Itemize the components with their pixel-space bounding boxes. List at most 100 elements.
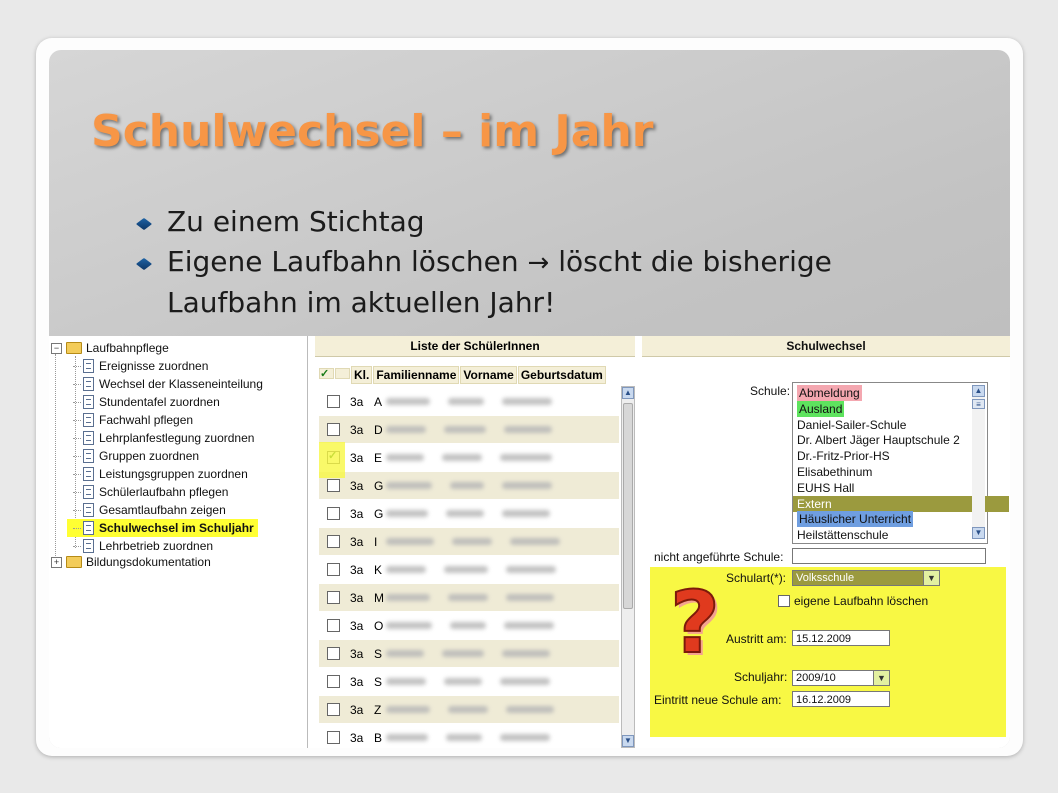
row-checkbox[interactable]	[327, 675, 340, 688]
tree-label: Stundentafel zuordnen	[99, 395, 220, 409]
laufbahn-loeschen-checkbox[interactable]	[778, 595, 790, 607]
row-checkbox[interactable]	[327, 423, 340, 436]
document-icon	[83, 485, 94, 499]
navigation-tree: − Laufbahnpflege Ereignisse zuordnen Wech…	[49, 336, 308, 748]
bullet-icon	[135, 257, 153, 271]
table-row[interactable]: 3a M	[319, 584, 619, 611]
tree-item[interactable]: Fachwahl pflegen	[73, 411, 193, 429]
eintritt-label: Eintritt neue Schule am:	[654, 693, 782, 707]
tree-item[interactable]: Leistungsgruppen zuordnen	[73, 465, 248, 483]
expand-icon[interactable]: +	[51, 556, 62, 568]
document-icon	[83, 377, 94, 391]
tree-label: Lehrbetrieb zuordnen	[99, 539, 214, 553]
blurred-vorname	[442, 454, 482, 461]
eintritt-input[interactable]: 16.12.2009	[792, 691, 890, 707]
table-row[interactable]: 3a Z	[319, 696, 619, 723]
row-checkbox[interactable]	[327, 591, 340, 604]
table-row[interactable]: 3a A	[319, 388, 619, 415]
school-option[interactable]: Elisabethinum	[797, 464, 872, 480]
column-header-kl[interactable]: Kl.	[351, 366, 373, 384]
table-row[interactable]: 3a G	[319, 500, 619, 527]
row-checkbox[interactable]	[327, 703, 340, 716]
row-checkbox[interactable]	[327, 647, 340, 660]
school-option[interactable]: EUHS Hall	[797, 480, 854, 496]
school-option[interactable]: Ausland	[797, 400, 845, 417]
bullet-icon	[135, 217, 153, 231]
schule-listbox[interactable]: Abmeldung Ausland Daniel-Sailer-Schule Dr. …	[792, 382, 1009, 544]
blurred-familienname	[386, 566, 426, 573]
tree-connector	[73, 365, 81, 367]
question-mark-icon: ?	[669, 573, 721, 673]
row-checkbox[interactable]	[327, 535, 340, 548]
school-option[interactable]: Häuslicher Unterricht	[797, 511, 914, 528]
tree-item[interactable]: Schulwechsel im Schuljahr	[67, 519, 258, 537]
blurred-familienname	[386, 538, 434, 545]
schuljahr-select[interactable]: 2009/10 ▼	[792, 670, 890, 686]
nicht-angefuehrte-schule-input[interactable]	[792, 548, 986, 564]
scrollbar-thumb[interactable]: ≡	[972, 399, 985, 409]
folder-open-icon	[66, 342, 82, 354]
school-option[interactable]: Abmeldung	[797, 385, 862, 401]
row-checkbox[interactable]	[327, 395, 340, 408]
schulwechsel-title: Schulwechsel	[642, 336, 1010, 357]
blurred-vorname	[448, 594, 488, 601]
tree-connector	[73, 383, 81, 385]
school-option[interactable]: Daniel-Sailer-Schule	[797, 417, 906, 433]
tree-item[interactable]: Gruppen zuordnen	[73, 447, 199, 465]
collapse-icon[interactable]: −	[51, 342, 62, 354]
school-option[interactable]: Dr.-Fritz-Prior-HS	[797, 448, 890, 464]
tree-item[interactable]: Lehrplanfestlegung zuordnen	[73, 429, 254, 447]
table-row[interactable]: 3a G	[319, 472, 619, 499]
table-row[interactable]: 3a B	[319, 724, 619, 748]
table-row[interactable]: 3a E	[319, 444, 619, 471]
blurred-geburtsdatum	[502, 510, 550, 517]
table-row[interactable]: 3a S	[319, 668, 619, 695]
blurred-geburtsdatum	[500, 678, 550, 685]
austritt-input[interactable]: 15.12.2009	[792, 630, 890, 646]
column-header-vorname[interactable]: Vorname	[460, 366, 517, 384]
cell-kl: 3a	[350, 534, 364, 549]
scrollbar-thumb[interactable]	[623, 403, 633, 609]
scroll-up-icon[interactable]: ▲	[972, 385, 985, 397]
scroll-down-icon[interactable]: ▼	[972, 527, 985, 539]
table-row[interactable]: 3a K	[319, 556, 619, 583]
scroll-up-icon[interactable]: ▲	[622, 387, 634, 399]
chevron-down-icon[interactable]: ▼	[873, 671, 889, 685]
row-checkbox[interactable]	[327, 479, 340, 492]
tree-item[interactable]: Gesamtlaufbahn zeigen	[73, 501, 226, 519]
tree-root-laufbahnpflege[interactable]: − Laufbahnpflege	[51, 339, 169, 357]
row-checkbox[interactable]	[327, 507, 340, 520]
row-checkbox[interactable]	[327, 563, 340, 576]
table-row[interactable]: 3a S	[319, 640, 619, 667]
cell-kl: 3a	[350, 450, 364, 465]
tree-root-bildungsdokumentation[interactable]: + Bildungsdokumentation	[51, 553, 211, 571]
table-row[interactable]: 3a D	[319, 416, 619, 443]
row-checkbox[interactable]	[327, 731, 340, 744]
school-scrollbar[interactable]: ▲ ≡ ▼	[972, 385, 985, 539]
tree-item[interactable]: Stundentafel zuordnen	[73, 393, 220, 411]
column-header-geburtsdatum[interactable]: Geburtsdatum	[517, 366, 606, 384]
select-all-checkbox[interactable]	[319, 366, 350, 384]
tree-item[interactable]: Schülerlaufbahn pflegen	[73, 483, 228, 501]
table-row[interactable]: 3a O	[319, 612, 619, 639]
blurred-geburtsdatum	[502, 482, 552, 489]
column-header-familienname[interactable]: Familienname	[373, 366, 460, 384]
blurred-geburtsdatum	[506, 566, 556, 573]
laufbahn-loeschen-option[interactable]: eigene Laufbahn löschen	[778, 594, 928, 608]
tree-item[interactable]: Wechsel der Klasseneinteilung	[73, 375, 263, 393]
scroll-down-icon[interactable]: ▼	[622, 735, 634, 747]
school-option[interactable]: Heilstättenschule	[797, 527, 888, 543]
schulart-select[interactable]: Volksschule ▼	[792, 570, 940, 586]
tree-label: Schülerlaufbahn pflegen	[99, 485, 229, 499]
chevron-down-icon[interactable]: ▼	[923, 571, 939, 585]
document-icon	[83, 359, 94, 373]
document-icon	[83, 413, 94, 427]
row-checkbox[interactable]	[327, 619, 340, 632]
school-option[interactable]: Dr. Albert Jäger Hauptschule 2	[797, 432, 960, 448]
student-list-scrollbar[interactable]: ▲ ▼	[621, 386, 635, 748]
blurred-vorname	[446, 510, 484, 517]
blurred-familienname	[386, 398, 430, 405]
tree-item[interactable]: Ereignisse zuordnen	[73, 357, 208, 375]
student-list-panel: Liste der SchülerInnen Kl. Familienname …	[315, 336, 635, 748]
table-row[interactable]: 3a I	[319, 528, 619, 555]
